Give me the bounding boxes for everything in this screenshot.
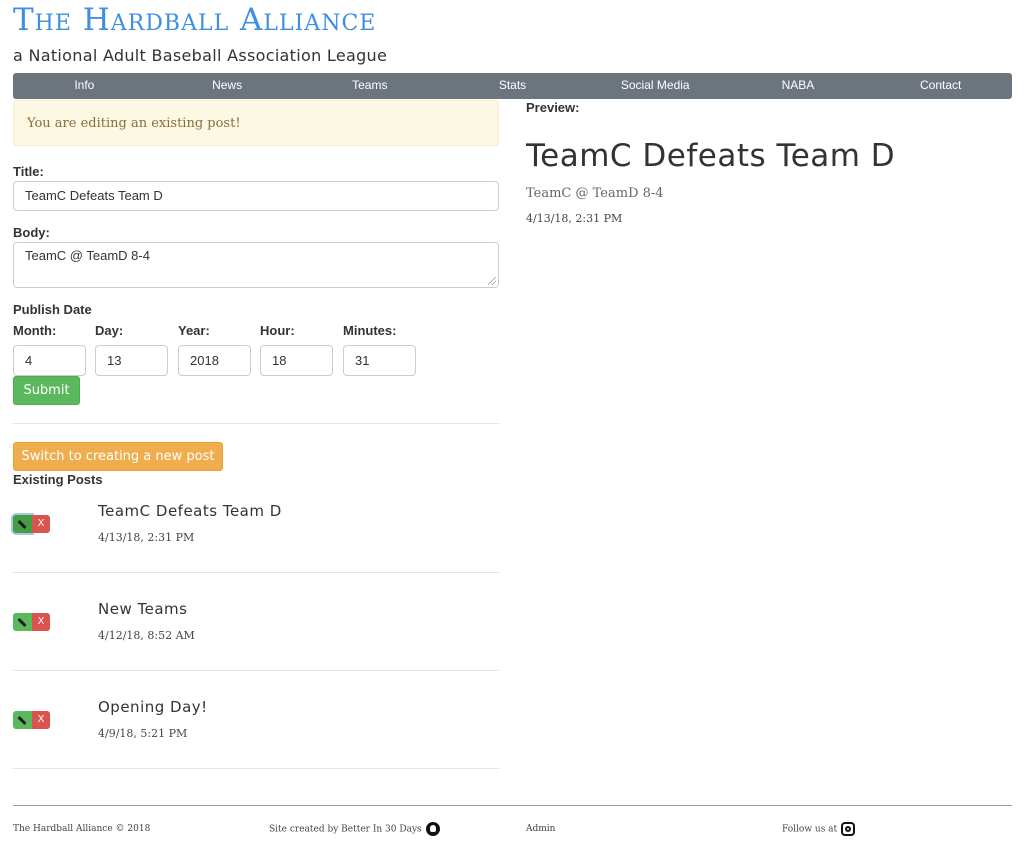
pencil-icon (17, 617, 27, 628)
edit-post-button[interactable] (13, 711, 32, 729)
post-title: Opening Day! (98, 698, 208, 716)
minutes-input[interactable]: 31 (343, 345, 416, 376)
nav-item-naba[interactable]: NABA (727, 73, 870, 99)
post-title: TeamC Defeats Team D (98, 502, 282, 520)
editing-alert: You are editing an existing post! (13, 100, 499, 146)
resize-handle-icon[interactable] (488, 277, 496, 285)
preview-body: TeamC @ TeamD 8-4 (526, 186, 664, 201)
divider (13, 572, 499, 573)
footer-credit: Site created by Better In 30 Days (269, 822, 440, 836)
month-input[interactable]: 4 (13, 345, 86, 376)
site-subtitle: a National Adult Baseball Association Le… (13, 46, 388, 65)
month-label: Month: (13, 323, 57, 338)
hour-label: Hour: (260, 323, 295, 338)
github-icon[interactable] (425, 822, 440, 836)
credit-prefix: Site created by (269, 824, 339, 835)
delete-post-button[interactable]: X (32, 613, 50, 631)
body-text: TeamC @ TeamD 8-4 (25, 248, 150, 263)
nav-item-info[interactable]: Info (13, 73, 156, 99)
post-date: 4/13/18, 2:31 PM (98, 531, 195, 544)
admin-link[interactable]: Admin (526, 824, 555, 834)
day-input[interactable]: 13 (95, 345, 168, 376)
follow-label: Follow us at (782, 824, 838, 835)
main-navbar: Info News Teams Stats Social Media NABA … (13, 73, 1012, 99)
hour-input[interactable]: 18 (260, 345, 333, 376)
nav-item-contact[interactable]: Contact (869, 73, 1012, 99)
delete-post-button[interactable]: X (32, 711, 50, 729)
minutes-label: Minutes: (343, 323, 397, 338)
day-label: Day: (95, 323, 124, 338)
submit-button[interactable]: Submit (13, 376, 80, 405)
year-label: Year: (178, 323, 210, 338)
instagram-icon[interactable] (841, 822, 856, 836)
site-title: The Hardball Alliance (13, 2, 377, 38)
preview-date: 4/13/18, 2:31 PM (526, 212, 623, 225)
divider (13, 768, 499, 769)
delete-post-button[interactable]: X (32, 515, 50, 533)
nav-item-social-media[interactable]: Social Media (584, 73, 727, 99)
title-input[interactable]: TeamC Defeats Team D (13, 181, 499, 211)
body-label: Body: (13, 225, 50, 240)
body-textarea[interactable]: TeamC @ TeamD 8-4 (13, 242, 499, 288)
post-date: 4/9/18, 5:21 PM (98, 727, 188, 740)
year-input[interactable]: 2018 (178, 345, 251, 376)
preview-label: Preview: (526, 100, 580, 115)
switch-new-post-button[interactable]: Switch to creating a new post (13, 442, 223, 471)
footer-follow: Follow us at (782, 822, 856, 836)
nav-item-news[interactable]: News (156, 73, 299, 99)
nav-item-teams[interactable]: Teams (298, 73, 441, 99)
edit-post-button[interactable] (13, 613, 32, 631)
nav-item-stats[interactable]: Stats (441, 73, 584, 99)
credit-link[interactable]: Better In 30 Days (341, 825, 421, 835)
preview-title: TeamC Defeats Team D (526, 138, 896, 174)
pencil-icon (17, 519, 27, 530)
footer-copyright: The Hardball Alliance © 2018 (13, 824, 151, 834)
edit-post-button[interactable] (13, 515, 32, 533)
footer-divider (13, 805, 1012, 806)
post-title: New Teams (98, 600, 188, 618)
existing-posts-heading: Existing Posts (13, 472, 103, 487)
post-date: 4/12/18, 8:52 AM (98, 629, 195, 642)
divider (13, 670, 499, 671)
pencil-icon (17, 715, 27, 726)
divider (13, 423, 499, 424)
title-label: Title: (13, 164, 44, 179)
publish-date-label: Publish Date (13, 302, 92, 317)
